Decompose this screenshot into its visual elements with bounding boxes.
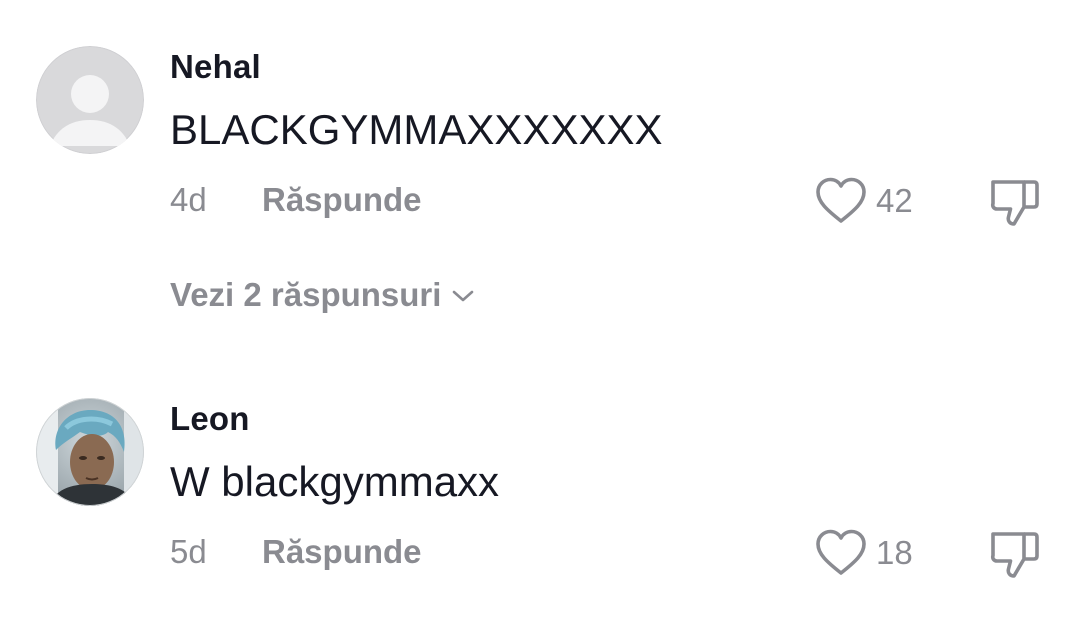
heart-outline-icon xyxy=(816,177,866,223)
heart-outline-icon xyxy=(816,529,866,575)
avatar[interactable] xyxy=(36,46,144,154)
like-button[interactable]: 18 xyxy=(814,528,913,578)
like-count: 18 xyxy=(876,534,913,571)
comment-time: 5d xyxy=(170,533,207,570)
comment-username[interactable]: Leon xyxy=(170,400,250,438)
thumbs-down-outline-icon xyxy=(990,532,1039,578)
default-avatar-icon xyxy=(36,46,144,154)
comment-meta: 4d Răspunde xyxy=(170,180,422,220)
comment-item: Leon W blackgymmaxx 5d Răspunde 18 xyxy=(0,398,1080,598)
comment-meta: 5d Răspunde xyxy=(170,532,422,572)
comment-text: BLACKGYMMAXXXXXXX xyxy=(170,106,663,153)
comment-text: W blackgymmaxx xyxy=(170,458,500,505)
comment-username[interactable]: Nehal xyxy=(170,48,261,86)
like-button[interactable]: 42 xyxy=(814,176,913,226)
dislike-button[interactable] xyxy=(988,528,1042,582)
reply-button[interactable]: Răspunde xyxy=(262,181,422,219)
view-replies-label: Vezi 2 răspunsuri xyxy=(170,276,442,313)
comment-time: 4d xyxy=(170,181,207,218)
photo-avatar-icon xyxy=(36,398,144,506)
avatar[interactable] xyxy=(36,398,144,506)
chevron-down-icon xyxy=(453,290,474,302)
view-replies-button[interactable]: Vezi 2 răspunsuri xyxy=(170,276,475,314)
reply-button[interactable]: Răspunde xyxy=(262,533,422,571)
like-count: 42 xyxy=(876,182,913,219)
comment-item: Nehal BLACKGYMMAXXXXXXX 4d Răspunde 42 xyxy=(0,46,1080,246)
thumbs-down-outline-icon xyxy=(990,180,1039,226)
dislike-button[interactable] xyxy=(988,176,1042,230)
